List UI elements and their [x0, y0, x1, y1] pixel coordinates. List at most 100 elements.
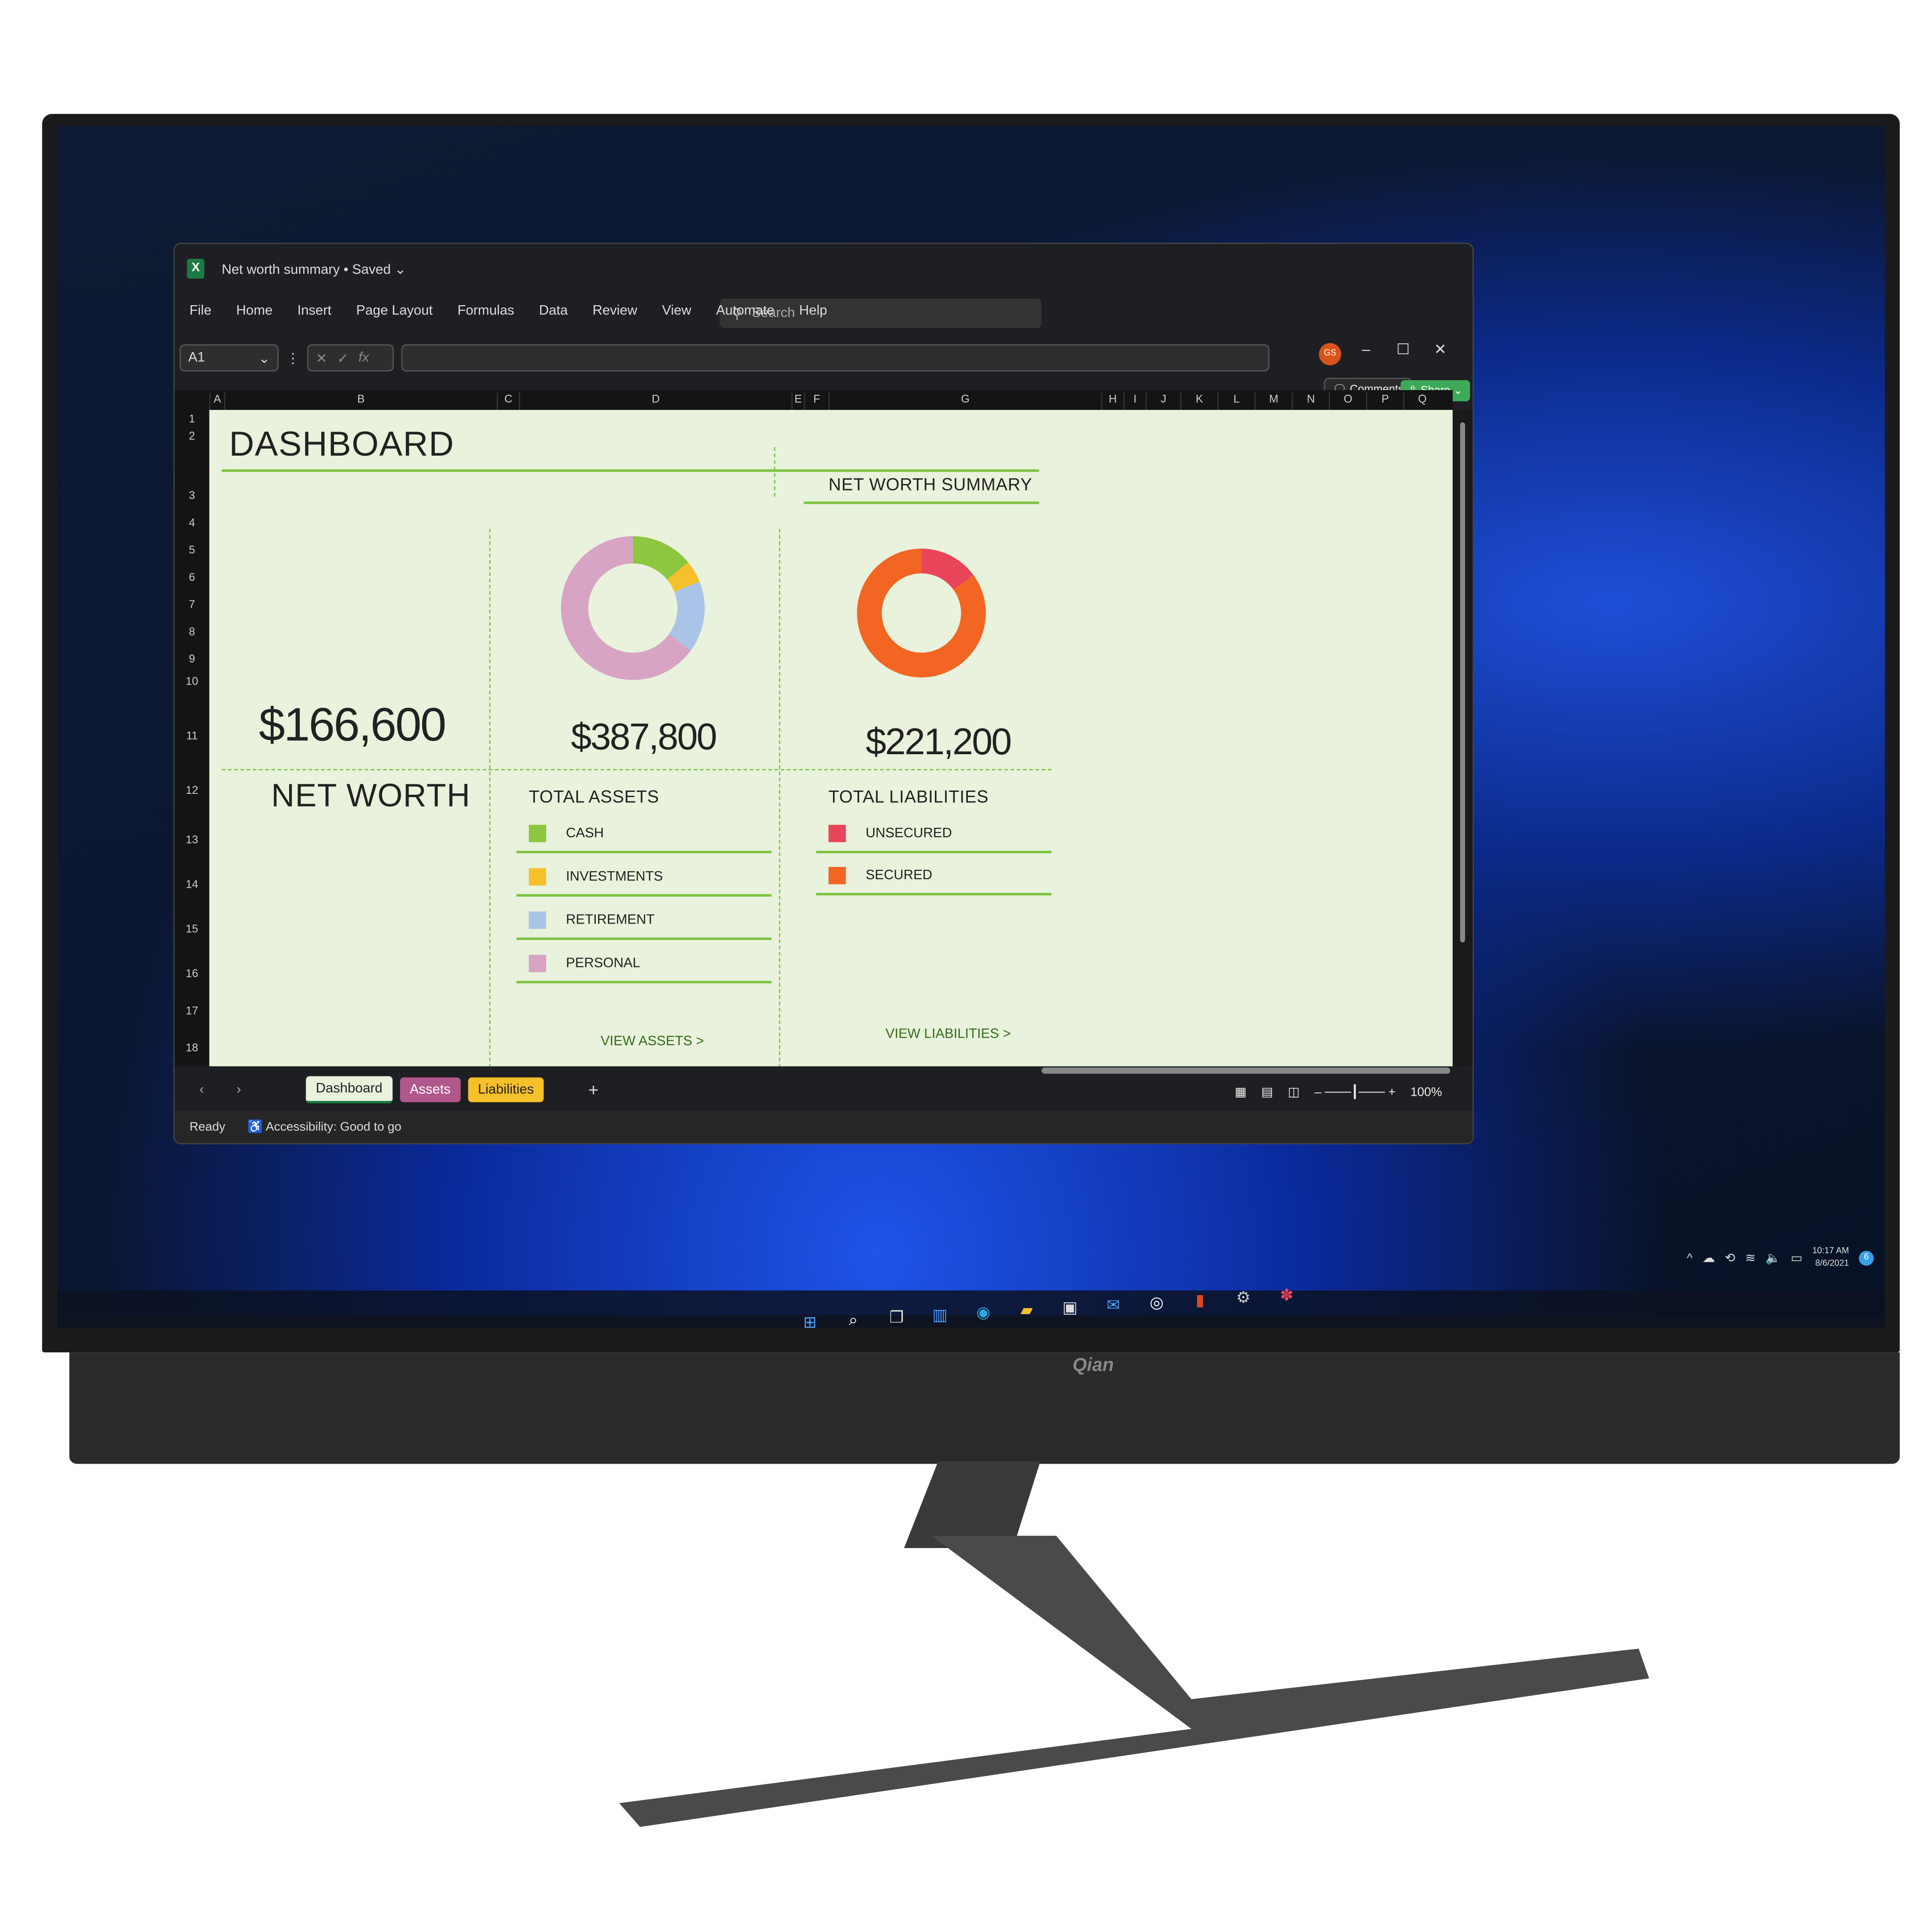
row-header[interactable]: 2	[175, 430, 209, 442]
row-header[interactable]: 18	[175, 1041, 209, 1054]
settings-icon[interactable]: ⚙	[1231, 1285, 1256, 1310]
volume-icon[interactable]: 🔈	[1765, 1251, 1781, 1265]
search-icon[interactable]: ⌕	[841, 1308, 866, 1333]
column-header[interactable]: N	[1291, 392, 1329, 410]
sheet-tab-liabilities[interactable]: Liabilities	[468, 1077, 544, 1102]
normal-view-icon[interactable]: ▦	[1235, 1085, 1247, 1099]
sync-icon[interactable]: ⟲	[1725, 1251, 1735, 1265]
enter-icon[interactable]: ✓	[337, 350, 349, 366]
dell-icon[interactable]: ◎	[1144, 1291, 1169, 1316]
column-header[interactable]: D	[519, 392, 791, 410]
monitor-stand	[619, 1535, 1649, 1827]
legend-swatch	[529, 911, 546, 929]
mail-icon[interactable]: ✉	[1101, 1293, 1126, 1318]
minimize-button[interactable]: –	[1354, 341, 1379, 358]
row-header[interactable]: 9	[175, 653, 209, 665]
next-sheet-icon[interactable]: ›	[236, 1083, 298, 1098]
row-header[interactable]: 16	[175, 967, 209, 980]
view-assets-link[interactable]: VIEW ASSETS >	[600, 1034, 704, 1049]
column-header[interactable]: E	[791, 392, 804, 410]
menu-formulas[interactable]: Formulas	[458, 303, 514, 318]
document-title[interactable]: Net worth summary • Saved ⌄	[222, 261, 406, 277]
menu-view[interactable]: View	[662, 303, 691, 318]
column-header[interactable]: G	[828, 392, 1101, 410]
widgets-icon[interactable]: ▥	[928, 1303, 953, 1328]
windows-start-icon[interactable]: ⊞	[798, 1310, 823, 1335]
sheet-tab-dashboard[interactable]: Dashboard	[306, 1076, 392, 1104]
chevron-up-icon[interactable]: ^	[1687, 1251, 1692, 1265]
cloud-icon[interactable]: ☁	[1702, 1251, 1715, 1265]
accessibility-status[interactable]: ♿ Accessibility: Good to go	[248, 1120, 401, 1134]
accessibility-icon: ♿	[247, 1120, 263, 1134]
file-explorer-icon[interactable]: ▰	[1014, 1298, 1039, 1323]
column-header[interactable]: K	[1180, 392, 1217, 410]
maximize-button[interactable]: ☐	[1391, 341, 1416, 358]
row-header[interactable]: 1	[175, 412, 209, 425]
function-icon[interactable]: fx	[358, 350, 369, 366]
column-header[interactable]: C	[496, 392, 519, 410]
view-liabilities-link[interactable]: VIEW LIABILITIES >	[885, 1027, 1011, 1042]
column-header[interactable]: M	[1254, 392, 1292, 410]
column-header[interactable]: B	[224, 392, 497, 410]
zoom-slider[interactable]: – ───┃─── +	[1315, 1085, 1396, 1099]
prev-sheet-icon[interactable]: ‹	[200, 1083, 229, 1098]
column-header[interactable]: F	[804, 392, 829, 410]
column-header[interactable]: L	[1217, 392, 1255, 410]
slack-icon[interactable]: ✽	[1274, 1283, 1299, 1308]
column-header[interactable]: Q	[1403, 392, 1441, 410]
row-header[interactable]: 13	[175, 833, 209, 846]
vertical-scrollbar[interactable]	[1452, 410, 1473, 1066]
column-header[interactable]: A	[209, 392, 225, 410]
menu-home[interactable]: Home	[236, 303, 273, 318]
edge-icon[interactable]: ◉	[971, 1300, 996, 1325]
wifi-icon[interactable]: ≋	[1745, 1251, 1756, 1265]
summary-subtitle: NET WORTH SUMMARY	[828, 474, 1033, 494]
zoom-level[interactable]: 100%	[1410, 1085, 1442, 1099]
column-header[interactable]: O	[1329, 392, 1366, 410]
menu-help[interactable]: Help	[799, 303, 827, 318]
menu-file[interactable]: File	[190, 303, 212, 318]
menu-automate[interactable]: Automate	[716, 303, 774, 318]
legend-item: SECURED	[816, 858, 1052, 896]
clock[interactable]: 10:17 AM 8/6/2021	[1812, 1246, 1849, 1271]
scroll-thumb[interactable]	[1460, 422, 1466, 943]
row-header[interactable]: 3	[175, 489, 209, 501]
row-header[interactable]: 11	[175, 729, 209, 741]
store-icon[interactable]: ▣	[1058, 1295, 1083, 1320]
column-header[interactable]: J	[1145, 392, 1181, 410]
notification-badge[interactable]: 6	[1858, 1250, 1874, 1266]
page-break-view-icon[interactable]: ◫	[1288, 1085, 1299, 1099]
legend-label: UNSECURED	[866, 826, 952, 841]
column-header[interactable]: I	[1123, 392, 1145, 410]
office-icon[interactable]: ▮	[1188, 1288, 1213, 1313]
worksheet-grid[interactable]: DASHBOARD NET WORTH SUMMARY $166,600 NET…	[209, 410, 1453, 1066]
sheet-tab-assets[interactable]: Assets	[400, 1077, 461, 1102]
row-header[interactable]: 17	[175, 1004, 209, 1016]
task-view-icon[interactable]: ❐	[884, 1305, 909, 1330]
row-header[interactable]: 14	[175, 878, 209, 891]
column-header[interactable]: P	[1366, 392, 1403, 410]
menu-insert[interactable]: Insert	[297, 303, 331, 318]
menu-data[interactable]: Data	[539, 303, 568, 318]
battery-icon[interactable]: ▭	[1790, 1251, 1802, 1265]
add-sheet-button[interactable]: +	[588, 1080, 598, 1100]
row-header[interactable]: 7	[175, 598, 209, 610]
formula-input[interactable]	[401, 344, 1270, 372]
row-header[interactable]: 12	[175, 784, 209, 796]
horizontal-scrollbar[interactable]	[1041, 1067, 1450, 1074]
cancel-icon[interactable]: ✕	[316, 350, 327, 366]
user-avatar[interactable]: GS	[1319, 343, 1341, 366]
row-header[interactable]: 10	[175, 675, 209, 687]
page-layout-view-icon[interactable]: ▤	[1261, 1085, 1273, 1099]
menu-page-layout[interactable]: Page Layout	[356, 303, 433, 318]
net-worth-label: NET WORTH	[271, 776, 471, 814]
name-box[interactable]: A1 ⌄	[179, 344, 279, 372]
column-header[interactable]: H	[1101, 392, 1123, 410]
row-header[interactable]: 5	[175, 544, 209, 556]
menu-review[interactable]: Review	[592, 303, 637, 318]
row-header[interactable]: 8	[175, 625, 209, 638]
row-header[interactable]: 15	[175, 923, 209, 935]
row-header[interactable]: 6	[175, 571, 209, 583]
close-button[interactable]: ✕	[1428, 341, 1453, 358]
row-header[interactable]: 4	[175, 516, 209, 529]
